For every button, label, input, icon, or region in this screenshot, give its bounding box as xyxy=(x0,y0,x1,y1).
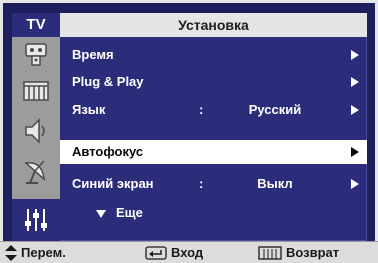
menu-icon xyxy=(258,245,282,260)
up-down-icon xyxy=(5,244,17,261)
enter-icon xyxy=(145,245,167,260)
channel-icon[interactable] xyxy=(12,75,60,107)
separator: : xyxy=(199,102,204,117)
menu-item-time[interactable]: Время xyxy=(60,43,367,67)
menu-item-blue-screen[interactable]: Синий экран : Выкл xyxy=(60,172,367,196)
menu-item-label: Автофокус xyxy=(72,144,144,159)
arrow-right-icon xyxy=(351,77,359,87)
return-label: Возврат xyxy=(286,244,340,260)
return-hint: Возврат xyxy=(258,242,339,263)
arrow-right-icon xyxy=(351,179,359,189)
menu-item-autofocus[interactable]: Автофокус xyxy=(60,140,367,164)
menu-item-plug-and-play[interactable]: Plug & Play xyxy=(60,70,367,94)
sound-icon[interactable] xyxy=(12,115,60,147)
enter-hint: Вход xyxy=(145,242,203,263)
hint-bar: Перем. Вход Возврат xyxy=(0,241,378,263)
menu-item-label: Время xyxy=(72,47,114,62)
menu-item-label: Еще xyxy=(116,205,143,220)
menu-item-value: Выкл xyxy=(257,176,293,191)
arrow-right-icon xyxy=(351,147,359,157)
menu-item-label: Язык xyxy=(72,102,106,117)
menu-title: Установка xyxy=(178,17,249,33)
enter-label: Вход xyxy=(171,244,204,260)
menu-item-language[interactable]: Язык : Русский xyxy=(60,98,367,122)
category-sidebar xyxy=(12,37,60,241)
tv-mode-label: TV xyxy=(12,13,60,37)
separator: : xyxy=(199,176,204,191)
arrow-down-icon xyxy=(96,210,106,218)
arrow-right-icon xyxy=(351,105,359,115)
arrow-right-icon xyxy=(351,50,359,60)
setup-icon[interactable] xyxy=(12,199,60,241)
picture-icon[interactable] xyxy=(12,39,60,71)
move-hint: Перем. xyxy=(5,242,66,263)
menu-item-label: Plug & Play xyxy=(72,74,144,89)
menu-item-label: Синий экран xyxy=(72,176,154,191)
antenna-icon[interactable] xyxy=(12,155,60,187)
menu-header: TV Установка xyxy=(12,13,367,37)
move-label: Перем. xyxy=(21,244,66,260)
menu-items: Время Plug & Play Язык : Русский Автофок… xyxy=(60,37,367,241)
menu-item-value: Русский xyxy=(248,102,302,117)
menu-item-more[interactable]: Еще xyxy=(60,201,367,225)
